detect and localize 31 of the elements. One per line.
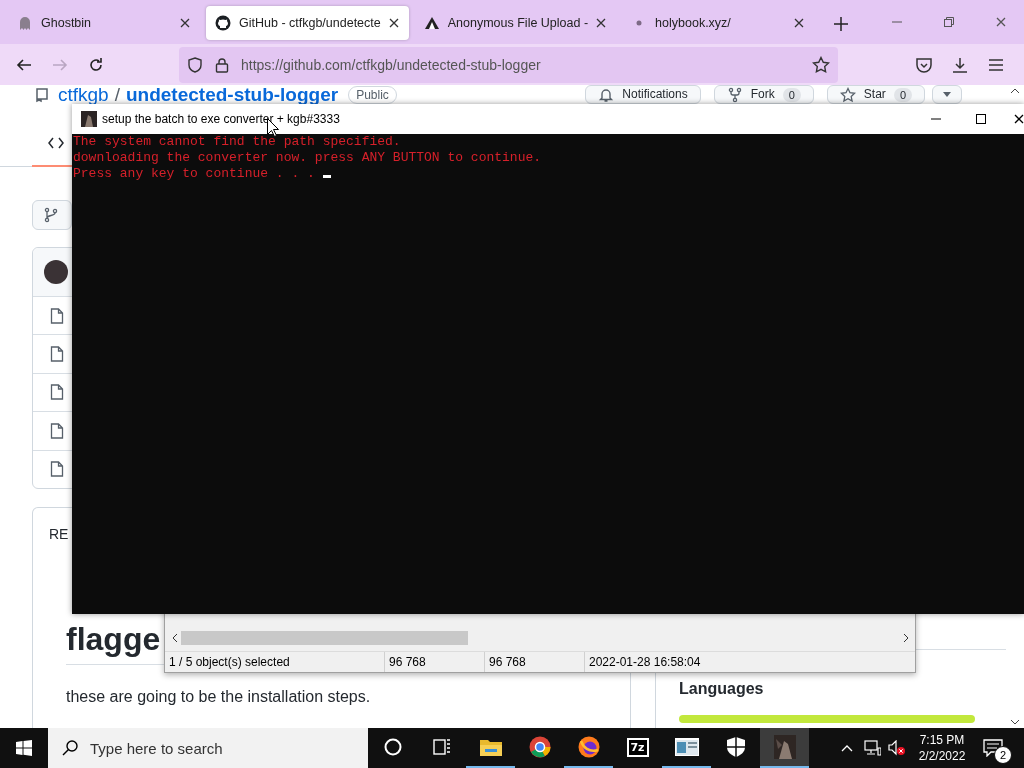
console-line: Press any key to continue . . . <box>73 166 315 181</box>
browser-tab[interactable]: Ghostbin <box>8 6 200 40</box>
path-separator: / <box>114 85 120 104</box>
archiver-icon[interactable]: 7z <box>626 737 649 757</box>
notification-count: 2 <box>994 746 1012 764</box>
action-button[interactable]: Star 0 <box>826 85 925 104</box>
clock-date: 2/2/2022 <box>918 748 966 764</box>
count-badge: 0 <box>893 87 912 102</box>
clock[interactable]: 7:15 PM 2/2/2022 <box>909 728 975 768</box>
owner-link[interactable]: ctfkgb <box>58 85 109 104</box>
search-field[interactable]: Type here to search <box>48 728 368 768</box>
section-title: Languages <box>679 679 765 699</box>
clock-time: 7:15 PM <box>919 732 965 748</box>
status-text: 2022-01-28 16:58:04 <box>584 652 744 672</box>
heading-line: flagge <box>66 620 161 658</box>
console-line: downloading the converter now. press ANY BUTTON to continue. <box>73 150 542 165</box>
count-badge: 0 <box>782 87 801 102</box>
readme-title: RE <box>49 525 69 542</box>
repo-name-link[interactable]: undetected-stub-logger <box>126 85 339 104</box>
status-text: 96 768 <box>484 652 584 672</box>
address-bar[interactable]: https://github.com/ctfkgb/undetected-stub-logger <box>179 46 838 83</box>
console-line: The system cannot find the path specified. <box>73 134 401 149</box>
action-button[interactable]: Notifications <box>585 85 701 104</box>
browser-tab[interactable]: holybook.xyz/ <box>622 6 815 40</box>
paragraph: these are going to be the installation steps. <box>66 686 372 707</box>
action-button[interactable]: Fork 0 <box>713 85 814 104</box>
window-title: setup the batch to exe converter + kgb#3333 <box>102 112 341 126</box>
status-text: 96 768 <box>384 652 484 672</box>
status-text: 1 / 5 object(s) selected <box>168 655 291 669</box>
browser-tab[interactable]: Anonymous File Upload - <box>414 6 617 40</box>
browser-tab[interactable]: GitHub - ctfkgb/undetecte <box>206 6 409 40</box>
